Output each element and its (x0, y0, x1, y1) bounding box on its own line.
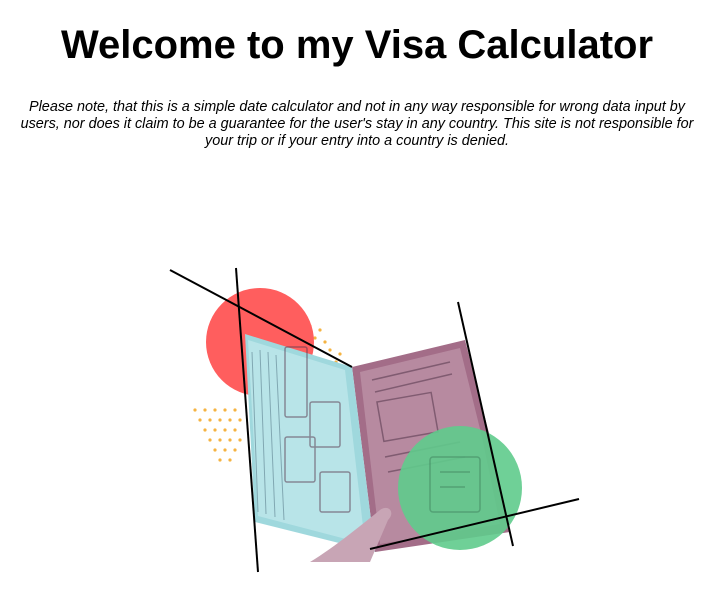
green-circle-shape (398, 426, 522, 550)
passport-illustration (160, 262, 590, 578)
page-title: Welcome to my Visa Calculator (60, 23, 654, 67)
disclaimer-text: Please note, that this is a simple date … (20, 99, 694, 149)
